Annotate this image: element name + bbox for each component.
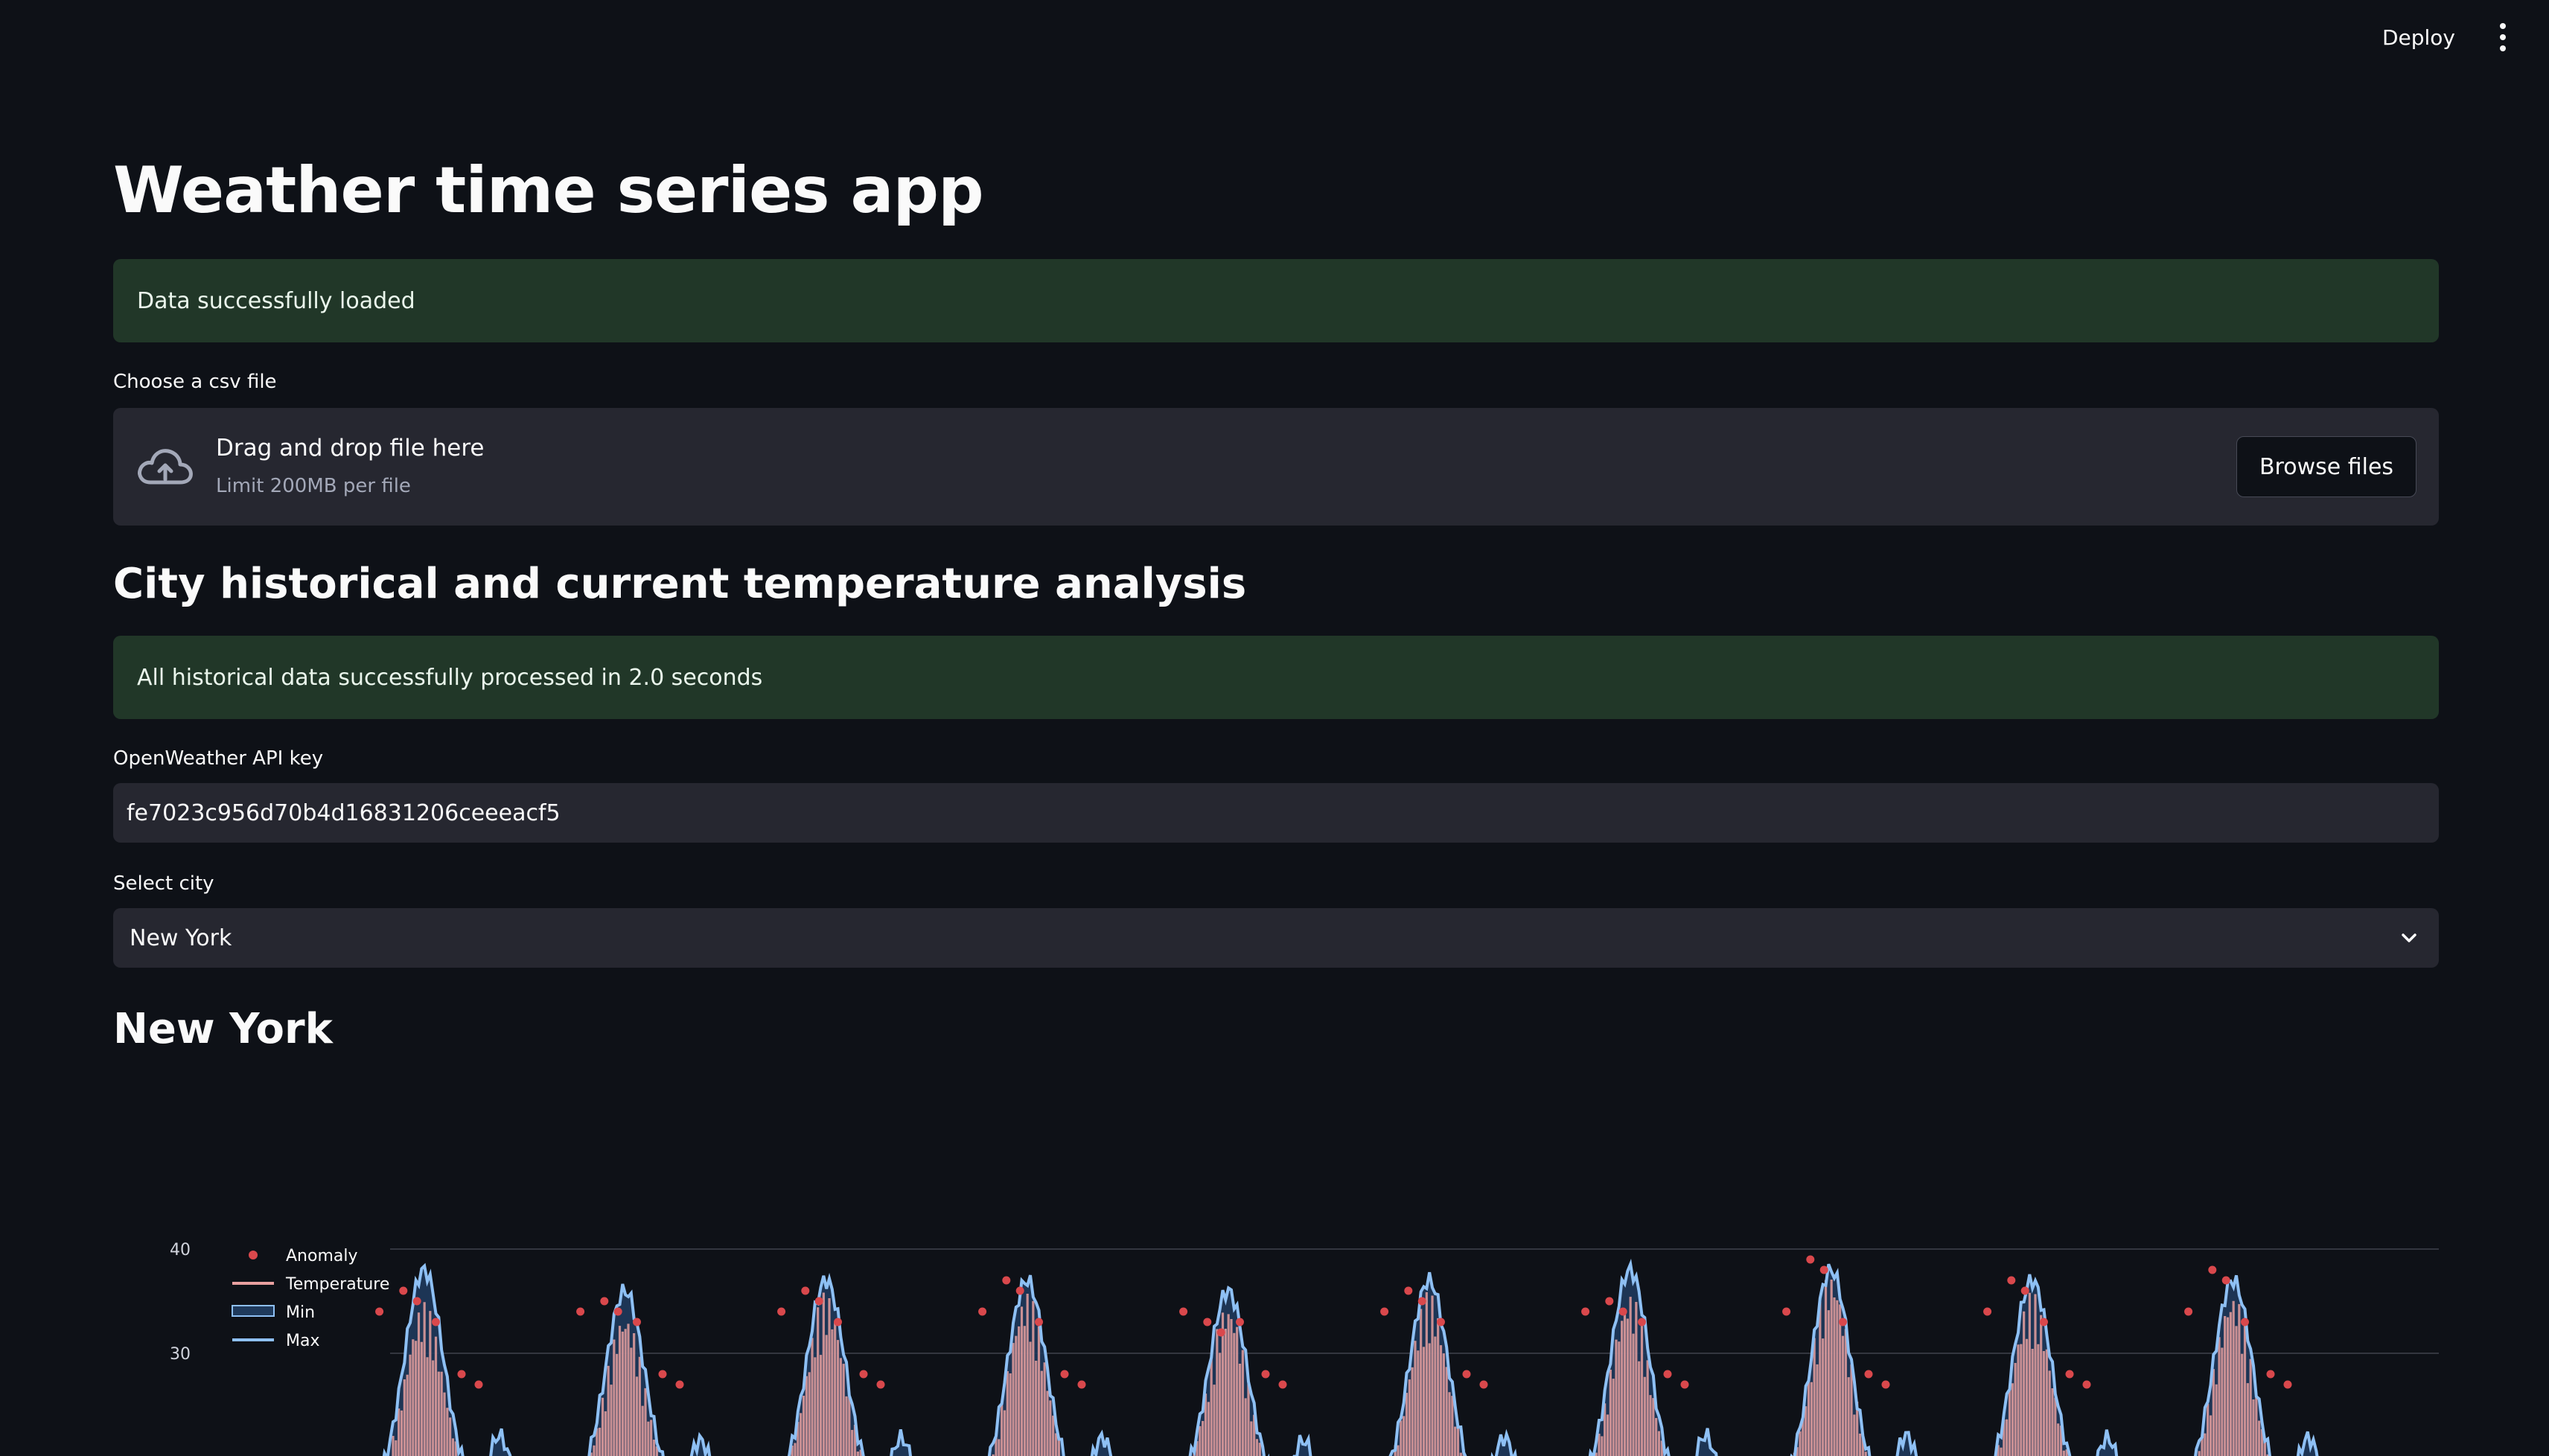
anomaly-point (2241, 1318, 2249, 1326)
anomaly-point (2221, 1276, 2230, 1285)
temperature-chart-svg: 40 30 Anomaly Temperature Min Max (170, 1241, 2439, 1456)
anomaly-point (474, 1380, 483, 1389)
anomaly-point (1663, 1370, 1672, 1379)
anomaly-point (2007, 1276, 2016, 1285)
anomaly-point (1638, 1318, 1646, 1326)
top-toolbar: Deploy (0, 0, 2549, 74)
limit-text: Limit 200MB per file (216, 475, 411, 497)
anomaly-point (375, 1307, 384, 1316)
anomaly-point (1261, 1370, 1270, 1379)
anomaly-point (2020, 1286, 2029, 1295)
anomaly-point (576, 1307, 585, 1316)
deploy-button[interactable]: Deploy (2372, 18, 2466, 57)
uploader-label: Choose a csv file (113, 371, 277, 393)
api-key-label: OpenWeather API key (113, 747, 324, 770)
anomaly-point (1060, 1370, 1069, 1379)
anomaly-point (801, 1286, 810, 1295)
success-alert-data-loaded: Data successfully loaded (113, 259, 2439, 342)
anomaly-point (1236, 1318, 1244, 1326)
anomaly-point (859, 1370, 868, 1379)
anomaly-point (1035, 1318, 1043, 1326)
anomaly-point (814, 1297, 823, 1306)
drop-text: Drag and drop file here (216, 435, 485, 462)
legend-label: Max (286, 1332, 319, 1350)
browse-files-button[interactable]: Browse files (2236, 436, 2416, 497)
y-tick-label: 30 (170, 1345, 191, 1364)
success-alert-historical: All historical data successfully process… (113, 636, 2439, 719)
page-title: Weather time series app (113, 153, 984, 228)
file-uploader-dropzone[interactable]: Drag and drop file here Limit 200MB per … (113, 408, 2439, 526)
legend-anomaly-marker (249, 1251, 258, 1259)
api-key-input[interactable] (113, 783, 2439, 843)
anomaly-point (1581, 1307, 1590, 1316)
anomaly-point (2266, 1370, 2275, 1379)
y-tick-label: 40 (170, 1241, 191, 1259)
anomaly-point (1864, 1370, 1873, 1379)
anomaly-point (1983, 1307, 1992, 1316)
city-select-value: New York (130, 925, 232, 951)
anomaly-point (1437, 1318, 1445, 1326)
section-heading: City historical and current temperature … (113, 560, 1247, 608)
anomaly-point (633, 1318, 641, 1326)
temperature-chart: 40 30 Anomaly Temperature Min Max (113, 1206, 2439, 1456)
anomaly-point (1462, 1370, 1471, 1379)
chevron-down-icon (2402, 933, 2416, 942)
anomaly-point (2082, 1380, 2091, 1389)
more-vertical-icon[interactable] (2492, 23, 2513, 51)
anomaly-point (2065, 1370, 2074, 1379)
anomaly-point (1380, 1307, 1389, 1316)
anomaly-point (1077, 1380, 1086, 1389)
anomaly-point (2208, 1265, 2217, 1274)
city-select-label: Select city (113, 872, 214, 895)
anomaly-point (777, 1307, 786, 1316)
anomaly-point (457, 1370, 466, 1379)
anomaly-point (1179, 1307, 1188, 1316)
cloud-upload-icon (138, 449, 193, 485)
anomaly-point (675, 1380, 684, 1389)
anomaly-point (1216, 1328, 1225, 1337)
anomaly-point (1819, 1265, 1828, 1274)
legend-label: Min (286, 1303, 315, 1322)
anomaly-point (1203, 1318, 1212, 1326)
legend-label: Anomaly (286, 1247, 358, 1265)
anomaly-point (432, 1318, 440, 1326)
legend-label: Temperature (285, 1275, 389, 1294)
anomaly-point (1278, 1380, 1287, 1389)
anomaly-point (412, 1297, 421, 1306)
anomaly-point (1618, 1307, 1627, 1316)
anomaly-point (1680, 1380, 1689, 1389)
anomaly-point (613, 1307, 622, 1316)
anomaly-point (2040, 1318, 2048, 1326)
legend-min-swatch (232, 1305, 275, 1317)
anomaly-point (600, 1297, 609, 1306)
anomaly-point (658, 1370, 667, 1379)
anomaly-point (1806, 1255, 1815, 1264)
anomaly-point (834, 1318, 842, 1326)
anomaly-point (1404, 1286, 1413, 1295)
anomaly-point (2184, 1307, 2193, 1316)
anomaly-point (1605, 1297, 1614, 1306)
anomaly-point (1479, 1380, 1488, 1389)
city-select[interactable]: New York (113, 908, 2439, 968)
anomaly-point (1839, 1318, 1847, 1326)
anomaly-point (876, 1380, 885, 1389)
anomaly-point (1002, 1276, 1011, 1285)
anomaly-point (1015, 1286, 1024, 1295)
anomaly-point (2283, 1380, 2292, 1389)
anomaly-point (1881, 1380, 1890, 1389)
city-heading: New York (113, 1005, 333, 1053)
anomaly-point (978, 1307, 987, 1316)
anomaly-point (1417, 1297, 1426, 1306)
anomaly-point (1782, 1307, 1791, 1316)
anomaly-point (399, 1286, 408, 1295)
